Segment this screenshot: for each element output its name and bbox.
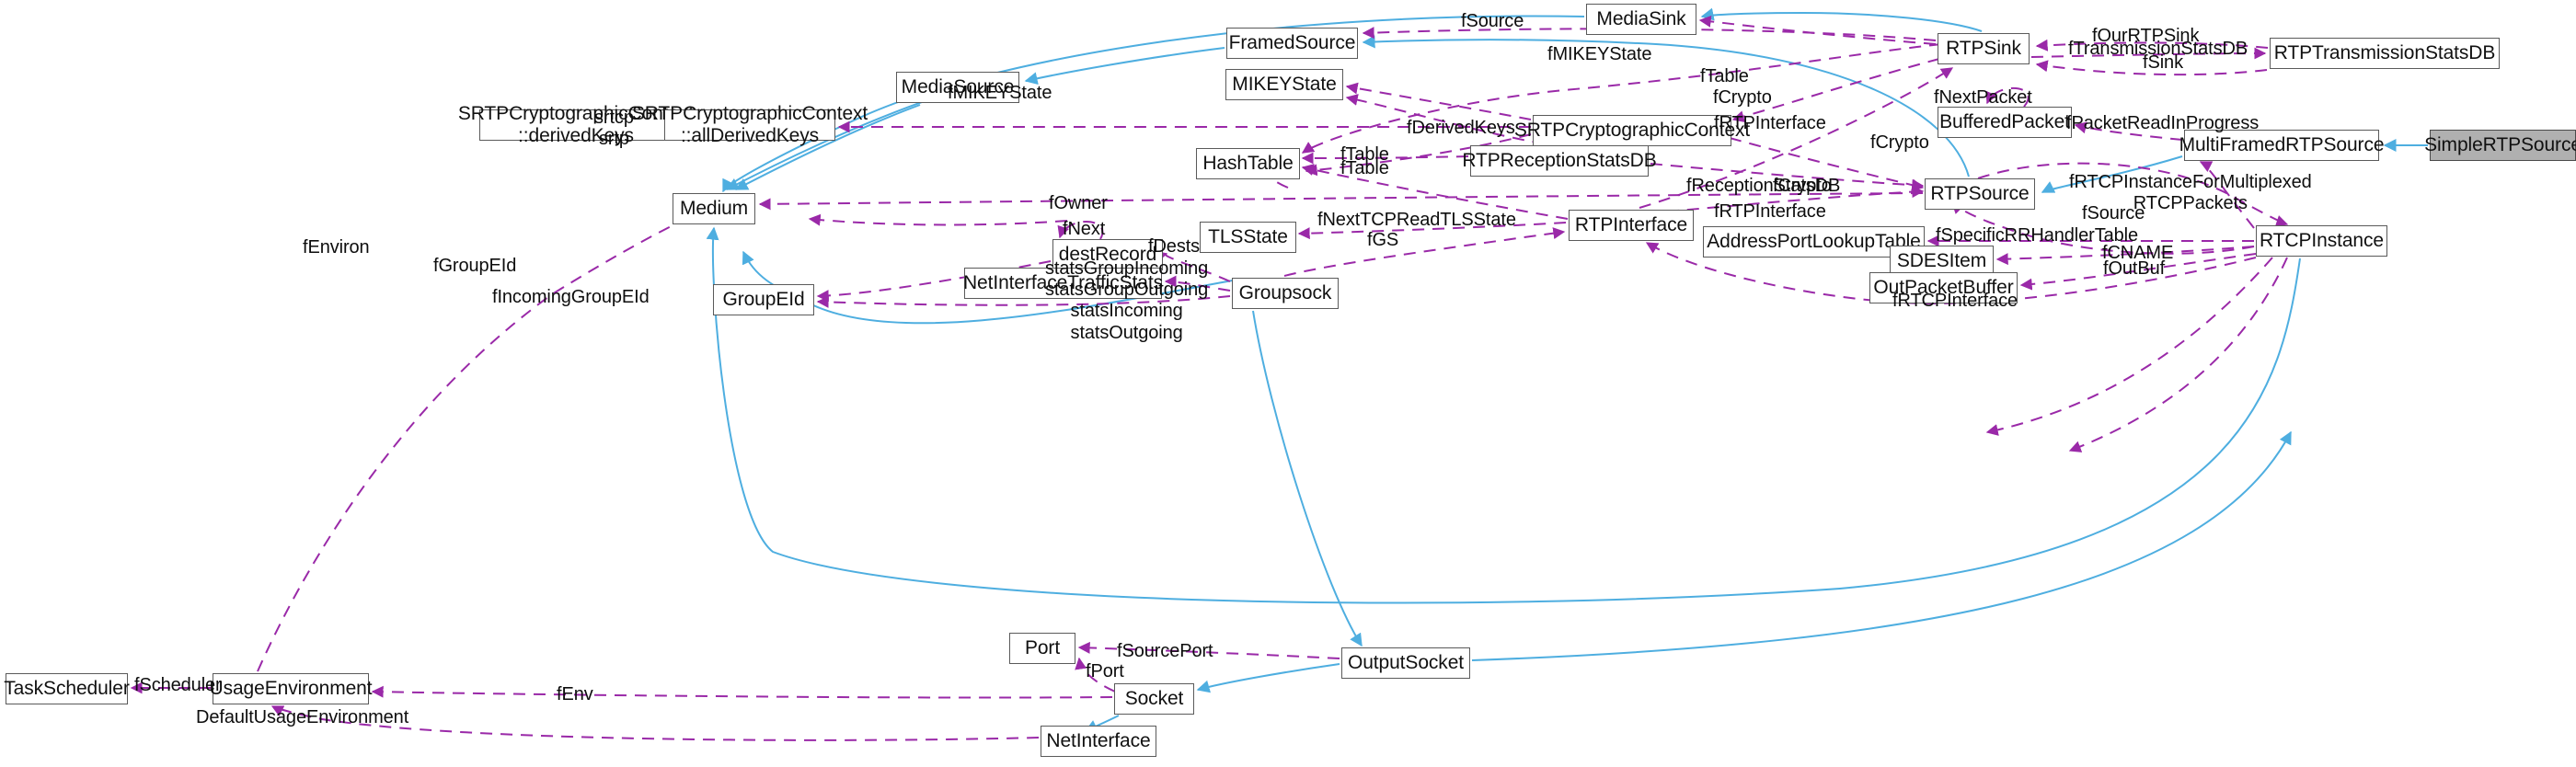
collaboration-diagram: MediaSink FramedSource RTPSink RTPTransmiss… (0, 0, 2576, 767)
edge-label-fcrypto-top: fCrypto (1713, 87, 1772, 108)
edge-label-defaultusageenvironment: DefaultUsageEnvironment (196, 707, 409, 727)
edge-label-fenviron: fEnviron (303, 237, 370, 258)
edge-label-fpacketreadinprogress: fPacketReadInProgress (2066, 113, 2260, 133)
edge-label-fsource-right: fSource (2082, 203, 2145, 223)
edge-label-fincominggroupeid: fIncomingGroupEId (492, 287, 650, 307)
edge-label-ftable-mid2: fTable (1340, 158, 1389, 178)
edge-label-fport: fPort (1086, 661, 1124, 681)
edge-label-fscheduler: fScheduler (134, 675, 222, 695)
edge-label-freceptionstatsdb: fReceptionStatsDB (1686, 176, 1841, 196)
edge-label-ftable-top: fTable (1700, 66, 1749, 86)
edge-label-fmikeystate-second: fMIKEYState (948, 83, 1052, 103)
edge-label-fnextpacket: fNextPacket (1934, 87, 2032, 108)
edge-label-fsink: fSink (2143, 52, 2183, 73)
edge-label-fowner: fOwner (1049, 193, 1108, 213)
edge-label-frtcpinterface: fRTCPInterface (1892, 291, 2018, 311)
edge-label-fnexttcpreadtlsstate: fNextTCPReadTLSState (1317, 210, 1516, 230)
edge-label-fdests: fDests (1148, 236, 1201, 257)
edge-label-fsource-mediasink: fSource (1461, 11, 1524, 31)
edge-label-fenv: fEnv (557, 684, 593, 704)
edge-label-fderivedkeys: fDerivedKeys (1407, 118, 1515, 138)
edge-label-srtcp-srtp: srtcp srtp (594, 108, 634, 150)
edge-label-foutbuf: fOutBuf (2103, 258, 2166, 279)
edge-label-frtpinterface-mid: fRTPInterface (1714, 201, 1826, 222)
edge-label-fgs: fGS (1367, 230, 1399, 250)
edge-label-frtpinterface-top: fRTPInterface (1714, 113, 1826, 133)
label-layer: fSource fOurRTPSink fTransmissionStatsDB fM… (0, 0, 2576, 767)
edge-label-fmikeystate-top: fMIKEYState (1547, 44, 1652, 64)
edge-label-fnext: fNext (1063, 219, 1106, 239)
edge-label-stats-group: statsGroupIncoming statsGroupOutgoing st… (1045, 258, 1209, 343)
edge-label-fgroupeid: fGroupEId (433, 256, 517, 276)
edge-label-fcrypto-second: fCrypto (1870, 132, 1929, 153)
edge-label-fsourceport: fSourcePort (1117, 641, 1213, 661)
